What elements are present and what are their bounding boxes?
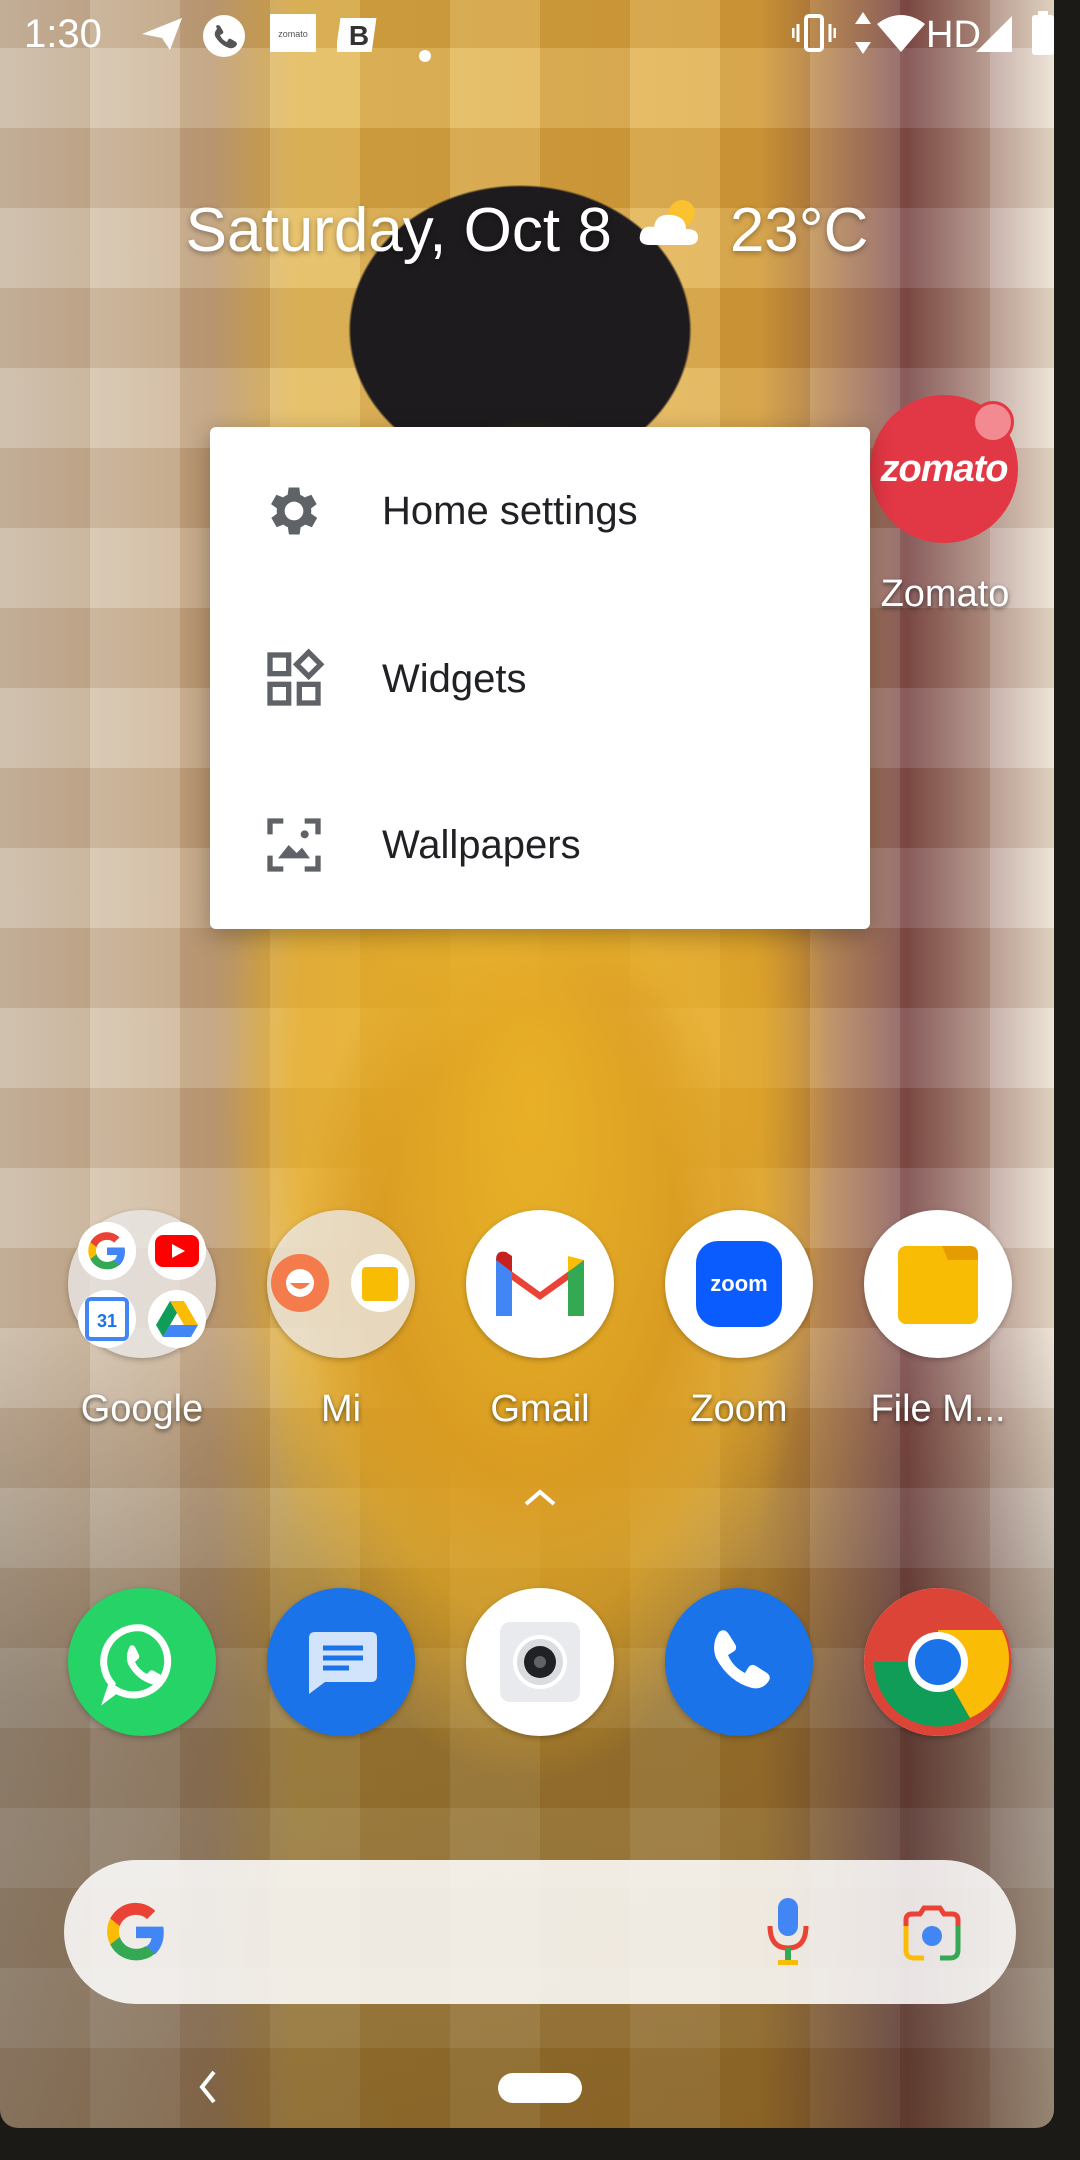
battery-icon [1030, 10, 1056, 66]
app-file-manager[interactable]: File M... [848, 1210, 1028, 1431]
app-label-zoom: Zoom [690, 1388, 788, 1430]
temperature-text[interactable]: 23°C [730, 195, 869, 266]
zomato-logo-text: zomato [880, 447, 1009, 490]
widgets-icon [262, 647, 326, 711]
folder-google[interactable]: 31 Google [52, 1210, 232, 1431]
menu-label-widgets: Widgets [382, 656, 527, 701]
svg-text:B: B [349, 20, 369, 51]
date-text[interactable]: Saturday, Oct 8 [186, 195, 612, 266]
app-gmail[interactable]: Gmail [450, 1210, 630, 1431]
dot-icon [418, 28, 432, 73]
app-zoom[interactable]: zoom Zoom [649, 1210, 829, 1431]
home-options-menu: Home settings Widgets Wallpapers [210, 427, 870, 929]
youtube-icon [148, 1222, 206, 1280]
notification-dot [972, 401, 1014, 443]
file-manager-icon [864, 1210, 1012, 1358]
b-app-icon: B [335, 14, 381, 66]
chevron-left-icon [199, 2070, 216, 2104]
gear-icon [262, 479, 326, 543]
wallpaper [0, 0, 1054, 2128]
menu-item-wallpapers[interactable]: Wallpapers [210, 761, 870, 929]
wallpaper-icon [262, 813, 326, 877]
mi-file-manager-icon [351, 1254, 409, 1312]
data-arrows-icon [852, 10, 874, 66]
svg-text:31: 31 [97, 1311, 117, 1331]
send-icon [140, 14, 184, 64]
gmail-icon [466, 1210, 614, 1358]
partly-cloudy-icon [636, 195, 706, 266]
svg-text:zomato: zomato [278, 29, 308, 39]
app-label-file-manager: File M... [870, 1388, 1006, 1430]
app-drawer-handle[interactable] [520, 1480, 560, 1519]
app-label-zomato: Zomato [880, 573, 1010, 615]
app-label-google: Google [80, 1388, 204, 1430]
zomato-notification-icon: zomato [270, 14, 316, 62]
drive-icon [148, 1290, 206, 1348]
status-bar: 1:30 zomato B HD [0, 0, 1080, 70]
menu-item-widgets[interactable]: Widgets [210, 595, 870, 763]
app-label-mi: Mi [320, 1388, 362, 1430]
home-pill-button[interactable] [498, 2073, 582, 2103]
whatsapp-icon[interactable] [68, 1588, 216, 1736]
app-zomato[interactable]: zomato Zomato [870, 395, 1020, 616]
vibrate-icon [791, 10, 837, 66]
google-search-bar[interactable] [64, 1860, 1016, 2004]
chevron-up-icon [524, 1489, 556, 1506]
menu-label-home-settings: Home settings [382, 488, 638, 533]
mi-community-icon [271, 1254, 329, 1312]
messages-icon[interactable] [267, 1588, 415, 1736]
zomato-icon: zomato [870, 395, 1018, 543]
google-folder-icon: 31 [68, 1210, 216, 1358]
folder-mi[interactable]: Mi [251, 1210, 431, 1431]
zoom-icon: zoom [665, 1210, 813, 1358]
mi-folder-icon [267, 1210, 415, 1358]
phone-icon[interactable] [665, 1588, 813, 1736]
menu-item-home-settings[interactable]: Home settings [210, 427, 870, 595]
google-g-icon [102, 1898, 170, 1971]
camera-icon[interactable] [466, 1588, 614, 1736]
menu-label-wallpapers: Wallpapers [382, 822, 581, 867]
network-type-label: HD [926, 14, 981, 56]
zoom-logo: zoom [696, 1241, 782, 1327]
status-time: 1:30 [24, 12, 102, 56]
signal-icon [974, 14, 1014, 64]
google-icon [78, 1222, 136, 1280]
microphone-icon[interactable] [764, 1896, 812, 1973]
back-button[interactable] [196, 2068, 220, 2111]
google-lens-icon[interactable] [900, 1904, 964, 1969]
wifi-icon [876, 14, 926, 64]
chrome-icon[interactable] [864, 1588, 1012, 1736]
app-label-gmail: Gmail [490, 1388, 590, 1430]
at-a-glance-widget[interactable]: Saturday, Oct 8 23°C [0, 195, 1054, 266]
calendar-icon: 31 [78, 1290, 136, 1348]
call-icon [202, 14, 246, 68]
